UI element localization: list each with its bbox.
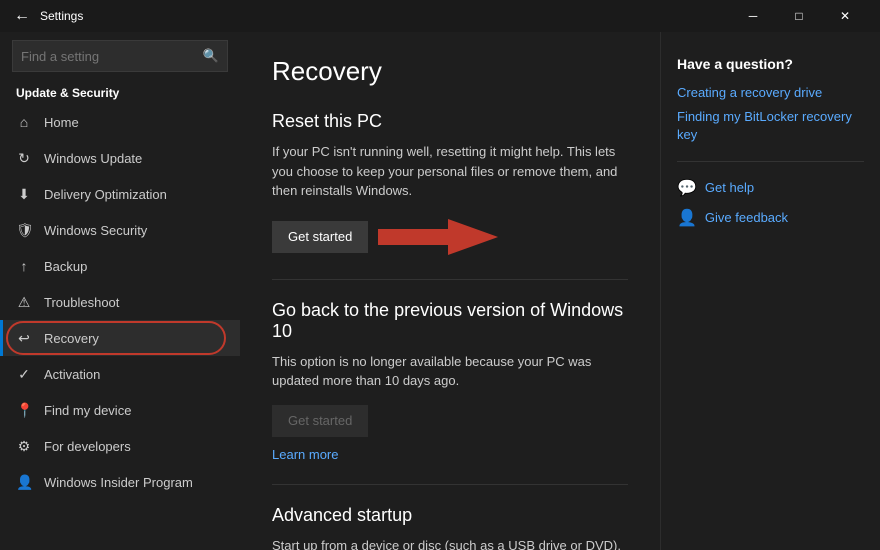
sidebar-item-label: Find my device xyxy=(44,403,131,418)
troubleshoot-icon: ⚠ xyxy=(16,294,32,311)
recovery-icon: ↩ xyxy=(16,330,32,347)
get-help-action[interactable]: 💬 Get help xyxy=(677,178,864,198)
advanced-section-desc: Start up from a device or disc (such as … xyxy=(272,536,628,550)
update-icon: ↻ xyxy=(16,150,32,167)
app-title: Settings xyxy=(40,9,83,23)
right-panel: Have a question? Creating a recovery dri… xyxy=(660,32,880,550)
bitlocker-key-link[interactable]: Finding my BitLocker recovery key xyxy=(677,108,864,144)
right-panel-divider xyxy=(677,161,864,162)
sidebar-section-title: Update & Security xyxy=(0,76,240,104)
sidebar-item-label: Home xyxy=(44,115,79,130)
delivery-icon: ⬇ xyxy=(16,186,32,203)
recovery-circle-highlight xyxy=(6,321,226,355)
give-feedback-label: Give feedback xyxy=(705,210,788,225)
divider-1 xyxy=(272,279,628,280)
sidebar-item-label: Activation xyxy=(44,367,100,382)
maximize-button[interactable]: □ xyxy=(776,0,822,32)
sidebar: 🔍 Update & Security ⌂ Home ↻ Windows Upd… xyxy=(0,32,240,550)
sidebar-item-label: Recovery xyxy=(44,331,99,346)
go-back-section-title: Go back to the previous version of Windo… xyxy=(272,300,628,342)
main-content: Recovery Reset this PC If your PC isn't … xyxy=(240,32,660,550)
search-icon: 🔍 xyxy=(203,48,219,64)
shield-icon: 🛡 xyxy=(16,222,32,239)
sidebar-item-insider[interactable]: 👤 Windows Insider Program xyxy=(0,464,240,500)
titlebar-left: ← Settings xyxy=(12,6,83,26)
go-back-get-started-button: Get started xyxy=(272,405,368,437)
titlebar: ← Settings ─ □ ✕ xyxy=(0,0,880,32)
sidebar-item-backup[interactable]: ↑ Backup xyxy=(0,248,240,284)
right-panel-title: Have a question? xyxy=(677,56,864,72)
app-container: 🔍 Update & Security ⌂ Home ↻ Windows Upd… xyxy=(0,32,880,550)
advanced-section-title: Advanced startup xyxy=(272,505,628,526)
sidebar-item-delivery-optimization[interactable]: ⬇ Delivery Optimization xyxy=(0,176,240,212)
reset-section-title: Reset this PC xyxy=(272,111,628,132)
sidebar-item-label: Backup xyxy=(44,259,87,274)
search-input[interactable] xyxy=(21,49,203,64)
home-icon: ⌂ xyxy=(16,114,32,130)
feedback-icon: 👤 xyxy=(677,208,697,228)
sidebar-item-troubleshoot[interactable]: ⚠ Troubleshoot xyxy=(0,284,240,320)
sidebar-item-label: Troubleshoot xyxy=(44,295,119,310)
sidebar-item-label: Delivery Optimization xyxy=(44,187,167,202)
divider-2 xyxy=(272,484,628,485)
reset-section-desc: If your PC isn't running well, resetting… xyxy=(272,142,628,201)
creating-recovery-link[interactable]: Creating a recovery drive xyxy=(677,84,864,102)
activation-icon: ✓ xyxy=(16,366,32,383)
go-back-section: Go back to the previous version of Windo… xyxy=(272,300,628,464)
sidebar-item-windows-update[interactable]: ↻ Windows Update xyxy=(0,140,240,176)
arrow-container: Get started xyxy=(272,215,628,259)
red-arrow-icon xyxy=(368,215,498,259)
advanced-startup-section: Advanced startup Start up from a device … xyxy=(272,505,628,550)
developers-icon: ⚙ xyxy=(16,438,32,455)
reset-section: Reset this PC If your PC isn't running w… xyxy=(272,111,628,259)
insider-icon: 👤 xyxy=(16,474,32,491)
sidebar-item-windows-security[interactable]: 🛡 Windows Security xyxy=(0,212,240,248)
give-feedback-action[interactable]: 👤 Give feedback xyxy=(677,208,864,228)
window-controls: ─ □ ✕ xyxy=(730,0,868,32)
reset-get-started-button[interactable]: Get started xyxy=(272,221,368,253)
search-box[interactable]: 🔍 xyxy=(12,40,228,72)
minimize-button[interactable]: ─ xyxy=(730,0,776,32)
page-title: Recovery xyxy=(272,56,628,87)
sidebar-item-label: Windows Update xyxy=(44,151,142,166)
help-icon: 💬 xyxy=(677,178,697,198)
sidebar-item-activation[interactable]: ✓ Activation xyxy=(0,356,240,392)
sidebar-item-label: Windows Insider Program xyxy=(44,475,193,490)
find-device-icon: 📍 xyxy=(16,402,32,419)
sidebar-item-home[interactable]: ⌂ Home xyxy=(0,104,240,140)
sidebar-item-label: Windows Security xyxy=(44,223,147,238)
backup-icon: ↑ xyxy=(16,258,32,274)
sidebar-item-label: For developers xyxy=(44,439,131,454)
sidebar-item-recovery[interactable]: ↩ Recovery xyxy=(0,320,240,356)
get-help-label: Get help xyxy=(705,180,754,195)
back-button[interactable]: ← xyxy=(12,6,32,26)
sidebar-item-find-device[interactable]: 📍 Find my device xyxy=(0,392,240,428)
sidebar-item-developers[interactable]: ⚙ For developers xyxy=(0,428,240,464)
close-button[interactable]: ✕ xyxy=(822,0,868,32)
go-back-section-desc: This option is no longer available becau… xyxy=(272,352,628,391)
learn-more-link[interactable]: Learn more xyxy=(272,447,338,462)
